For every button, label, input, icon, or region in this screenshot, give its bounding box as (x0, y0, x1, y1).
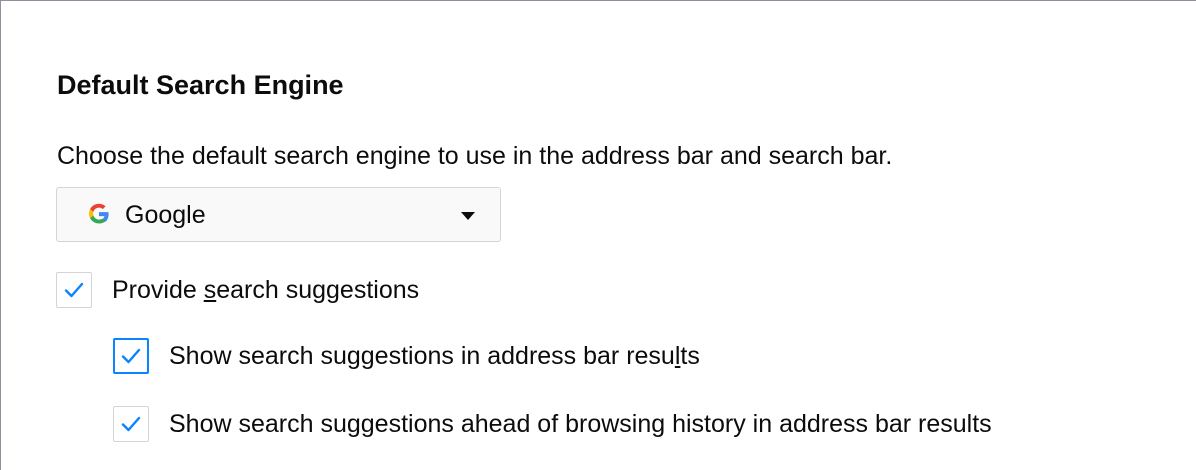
search-engine-dropdown[interactable]: Google (56, 187, 501, 242)
provide-search-suggestions-label: Provide search suggestions (112, 276, 420, 304)
provide-search-suggestions-checkbox[interactable] (56, 272, 92, 308)
chevron-down-icon (461, 212, 475, 220)
section-title: Default Search Engine (57, 70, 344, 100)
suggestions-ahead-of-history-label: Show search suggestions ahead of browsin… (169, 410, 992, 438)
google-g-icon (87, 201, 111, 227)
preferences-panel: Default Search Engine Choose the default… (0, 0, 1196, 470)
search-engine-selected-label: Google (125, 201, 206, 229)
suggestions-in-address-bar-label: Show search suggestions in address bar r… (169, 342, 700, 370)
accesskey-letter: s (203, 276, 217, 304)
suggestions-ahead-of-history-checkbox[interactable] (113, 406, 149, 442)
suggestions-in-address-bar-checkbox[interactable] (113, 338, 149, 374)
section-description: Choose the default search engine to use … (57, 142, 893, 170)
checkmark-icon (121, 348, 141, 364)
checkmark-icon (64, 282, 84, 298)
checkmark-icon (121, 416, 141, 432)
